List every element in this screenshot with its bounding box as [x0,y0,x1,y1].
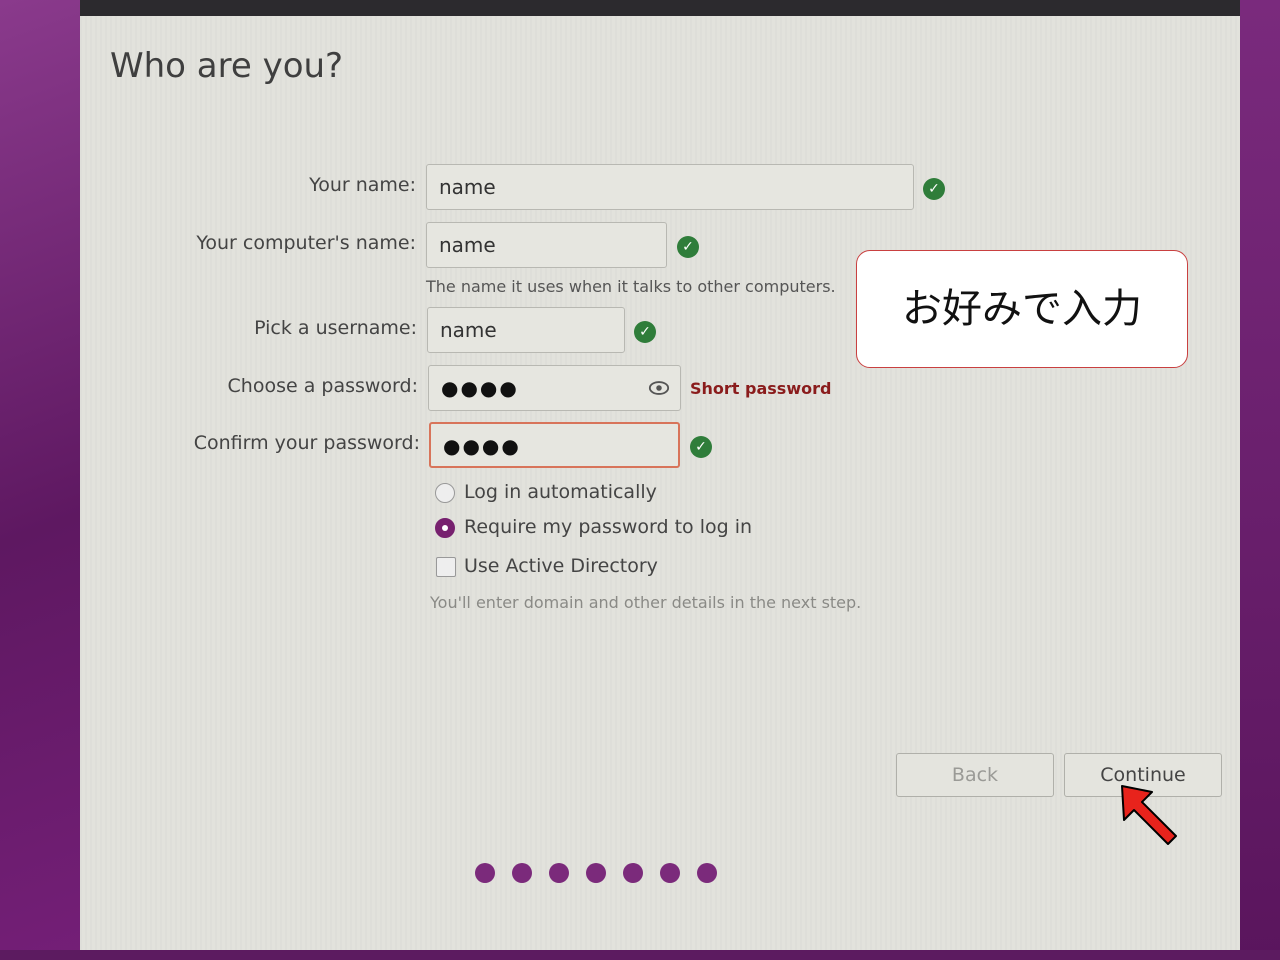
confirm-password-label: Confirm your password: [193,432,420,454]
username-label: Pick a username: [254,317,417,339]
confirm-password-masked-value: ●●●● [443,434,521,458]
installer-window: Who are you? Your name: name ✓ Your comp… [80,16,1240,950]
your-name-label: Your name: [309,174,416,196]
back-button[interactable]: Back [896,753,1054,797]
auto-login-label[interactable]: Log in automatically [464,481,657,503]
password-label: Choose a password: [227,375,418,397]
progress-dot [697,863,717,883]
username-valid-icon: ✓ [634,321,656,343]
computer-name-input[interactable]: name [426,222,667,268]
active-directory-label[interactable]: Use Active Directory [464,555,658,577]
desktop-background-left [0,0,80,960]
page-title: Who are you? [110,46,344,86]
active-directory-checkbox[interactable] [436,557,456,577]
confirm-password-valid-icon: ✓ [690,436,712,458]
require-password-radio[interactable] [435,518,455,538]
desktop-background-bottom [0,950,1280,960]
computer-name-hint: The name it uses when it talks to other … [426,277,836,296]
progress-dot [623,863,643,883]
progress-dot [549,863,569,883]
your-name-valid-icon: ✓ [923,178,945,200]
computer-name-valid-icon: ✓ [677,236,699,258]
password-strength-label: Short password [690,379,832,398]
desktop-background-right [1240,0,1280,960]
computer-name-label: Your computer's name: [196,232,416,254]
pointer-arrow-icon [1121,785,1177,845]
password-masked-value: ●●●● [441,376,519,400]
progress-dot [660,863,680,883]
show-password-icon[interactable] [648,378,670,398]
password-input[interactable]: ●●●● [428,365,681,411]
step-progress-indicator [475,863,734,887]
require-password-label[interactable]: Require my password to log in [464,516,752,538]
confirm-password-input[interactable]: ●●●● [429,422,680,468]
progress-dot [475,863,495,883]
progress-dot [586,863,606,883]
your-name-input[interactable]: name [426,164,914,210]
active-directory-hint: You'll enter domain and other details in… [430,593,862,612]
progress-dot [512,863,532,883]
annotation-callout: お好みで入力 [856,250,1188,368]
auto-login-radio[interactable] [435,483,455,503]
username-input[interactable]: name [427,307,625,353]
